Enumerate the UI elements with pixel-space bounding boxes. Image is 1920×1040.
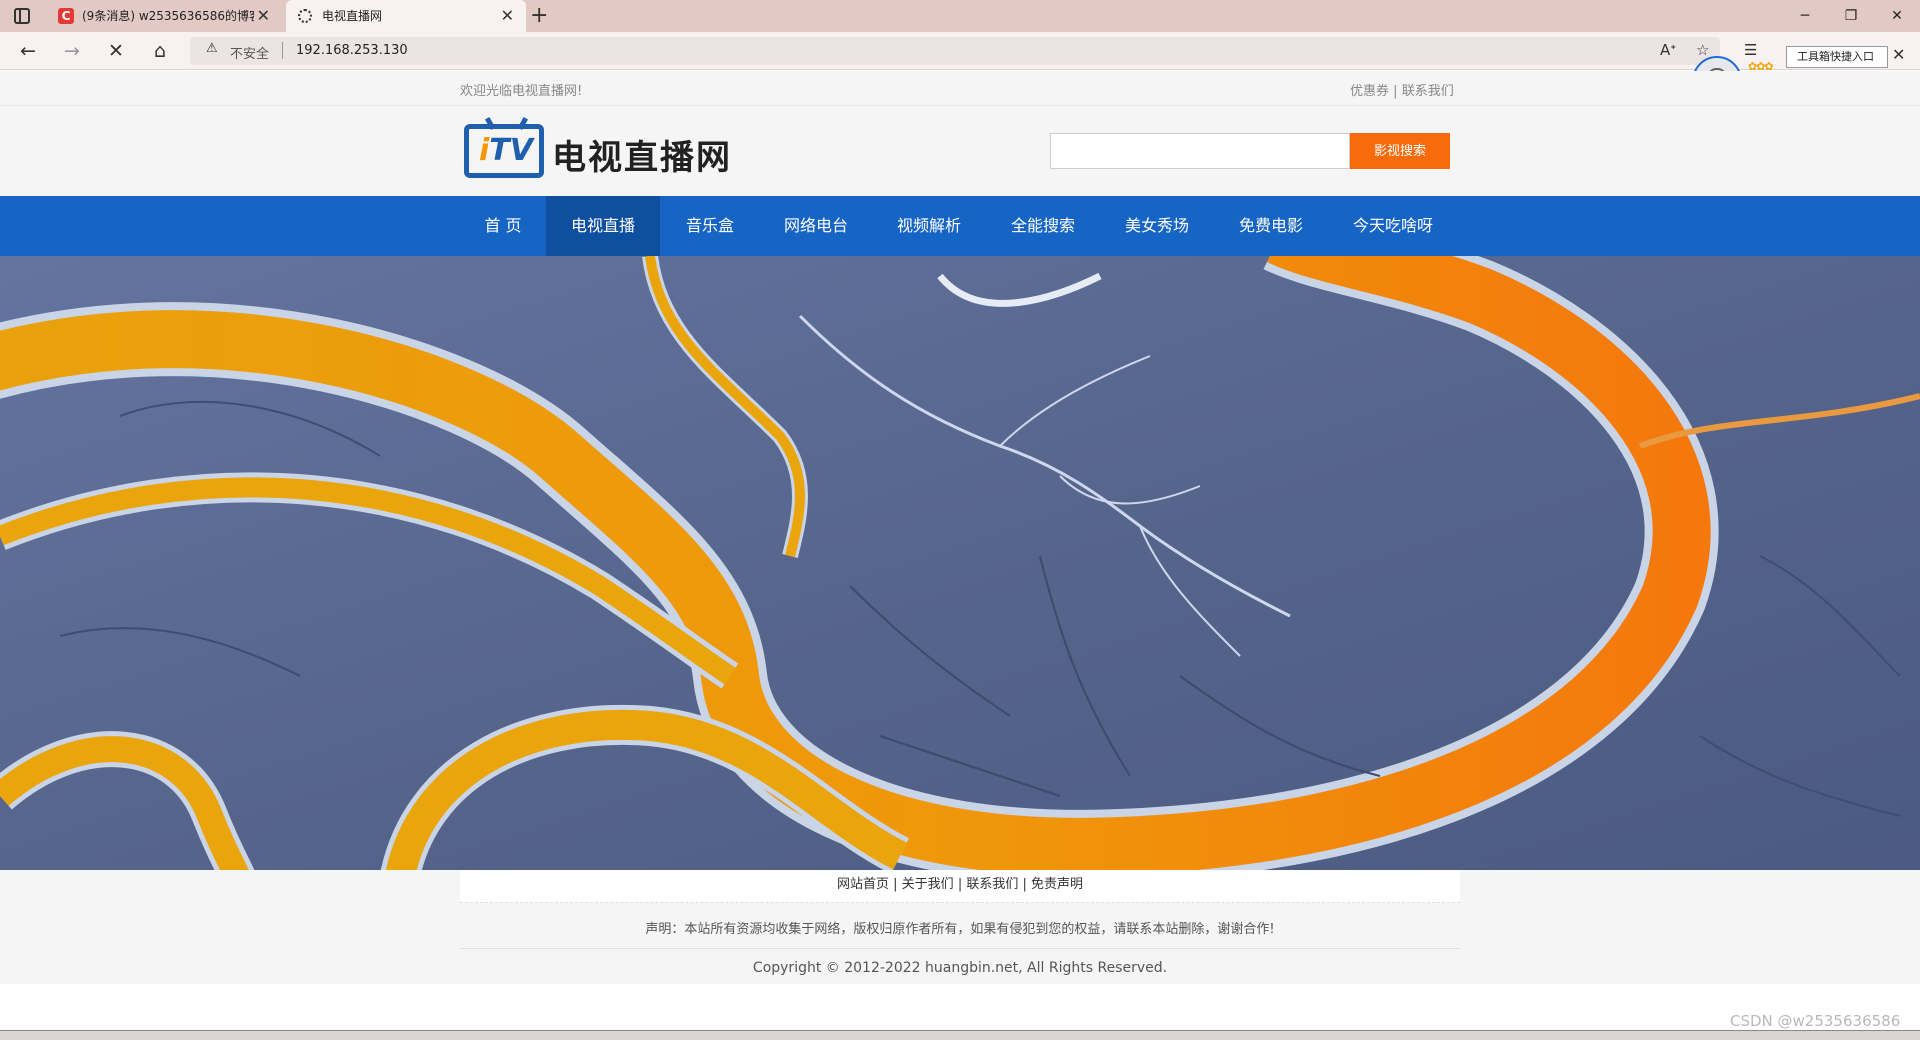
home-icon[interactable]: ⌂ [148,39,172,63]
tab-title: (9条消息) w25356365​86的博客_C [82,9,254,23]
nav-free-movies[interactable]: 免费电影 [1214,196,1328,256]
close-tab-icon[interactable]: ✕ [501,0,514,32]
link-separator: | [1393,84,1398,99]
page-blank-area [0,984,1920,1032]
close-tooltip-icon[interactable]: ✕ [1892,45,1905,64]
coupon-link[interactable]: 优惠券 [1350,84,1389,99]
logo-text[interactable]: 电视直播网 [552,130,732,179]
close-tab-icon[interactable]: ✕ [257,0,270,32]
address-toolbar: ← → ✕ ⌂ ⚠ 不安全 192.168.253.130 Aᐩ ☆ ☰ [0,32,1920,70]
site-header: iTV 电视直播网 影视搜索 [0,106,1920,196]
warning-icon: ⚠ [206,41,218,56]
favorite-star-icon[interactable]: ☆ [1696,41,1709,59]
nav-web-radio[interactable]: 网络电台 [760,196,872,256]
url-text[interactable]: 192.168.253.130 [296,43,408,58]
security-indicator[interactable]: 不安全 [230,43,269,62]
site-top-strip: 欢迎光临电视直播网! 优惠券 | 联系我们 [0,71,1920,106]
csdn-watermark: CSDN @w2535636586 [1730,1012,1901,1030]
address-bar[interactable]: ⚠ 不安全 192.168.253.130 [190,37,1720,65]
footer-home-link[interactable]: 网站首页 [837,877,889,892]
csdn-icon: C [58,8,74,24]
search-button[interactable]: 影视搜索 [1350,133,1450,169]
favorites-list-icon[interactable]: ☰ [1744,41,1757,59]
copyright-text: Copyright © 2012-2022 huangbin.net, All … [752,960,1168,976]
browser-tab-strip: C (9条消息) w25356365​86的博客_C ✕ 电视直播网 ✕ + ─… [0,0,1920,32]
nav-tv-live[interactable]: 电视直播 [546,196,660,256]
footer-contact-link[interactable]: 联系我们 [966,877,1018,892]
restore-button[interactable]: ❐ [1828,0,1874,32]
tab-title: 电视直播网 [322,9,383,23]
nav-beauty-show[interactable]: 美女秀场 [1100,196,1214,256]
read-aloud-icon[interactable]: Aᐩ [1660,41,1676,59]
nav-music-box[interactable]: 音乐盒 [660,196,760,256]
contact-link[interactable]: 联系我们 [1402,84,1454,99]
footer-disclaimer-link[interactable]: 免责声明 [1031,877,1083,892]
extension-tooltip: 工具箱快捷入口 [1786,46,1888,68]
tv-logo-icon[interactable]: iTV [464,124,544,178]
window-bottom-edge [0,1030,1920,1040]
tab-tv-live[interactable]: 电视直播网 ✕ [286,0,526,32]
welcome-text: 欢迎光临电视直播网! [460,84,583,99]
nav-video-parse[interactable]: 视频解析 [872,196,986,256]
tab-csdn-blog[interactable]: C (9条消息) w25356365​86的博客_C ✕ [46,0,282,32]
nav-what-to-eat[interactable]: 今天吃啥呀 [1328,196,1458,256]
top-links: 优惠券 | 联系我们 [1350,80,1454,99]
minimize-button[interactable]: ─ [1782,0,1828,32]
disclaimer-text: 声明：本站所有资源均收集于网络，版权归原作者所有，如果有侵犯到您的权益，请联系本… [645,922,1275,937]
loading-icon [298,9,312,23]
link-separator: | [1022,877,1031,892]
new-tab-button[interactable]: + [530,2,548,30]
main-nav: 首 页 电视直播 音乐盒 网络电台 视频解析 全能搜索 美女秀场 免费电影 今天… [0,196,1920,256]
site-footer: 网站首页 | 关于我们 | 联系我们 | 免责声明 声明：本站所有资源均收集于网… [0,870,1920,984]
link-separator: | [893,877,902,892]
aerial-river-illustration [0,256,1920,870]
logo-mark: iTV [479,133,533,168]
search-input[interactable] [1050,133,1350,169]
tab-actions-icon[interactable] [14,8,30,24]
footer-links: 网站首页 | 关于我们 | 联系我们 | 免责声明 [460,870,1460,903]
hero-banner-image[interactable] [0,256,1920,870]
divider [460,948,1460,949]
divider [282,42,283,59]
forward-icon[interactable]: → [60,39,84,63]
close-window-button[interactable]: ✕ [1874,0,1920,32]
stop-loading-icon[interactable]: ✕ [104,39,128,63]
nav-universal-search[interactable]: 全能搜索 [986,196,1100,256]
nav-home[interactable]: 首 页 [460,196,546,256]
footer-about-link[interactable]: 关于我们 [902,877,954,892]
back-icon[interactable]: ← [16,39,40,63]
